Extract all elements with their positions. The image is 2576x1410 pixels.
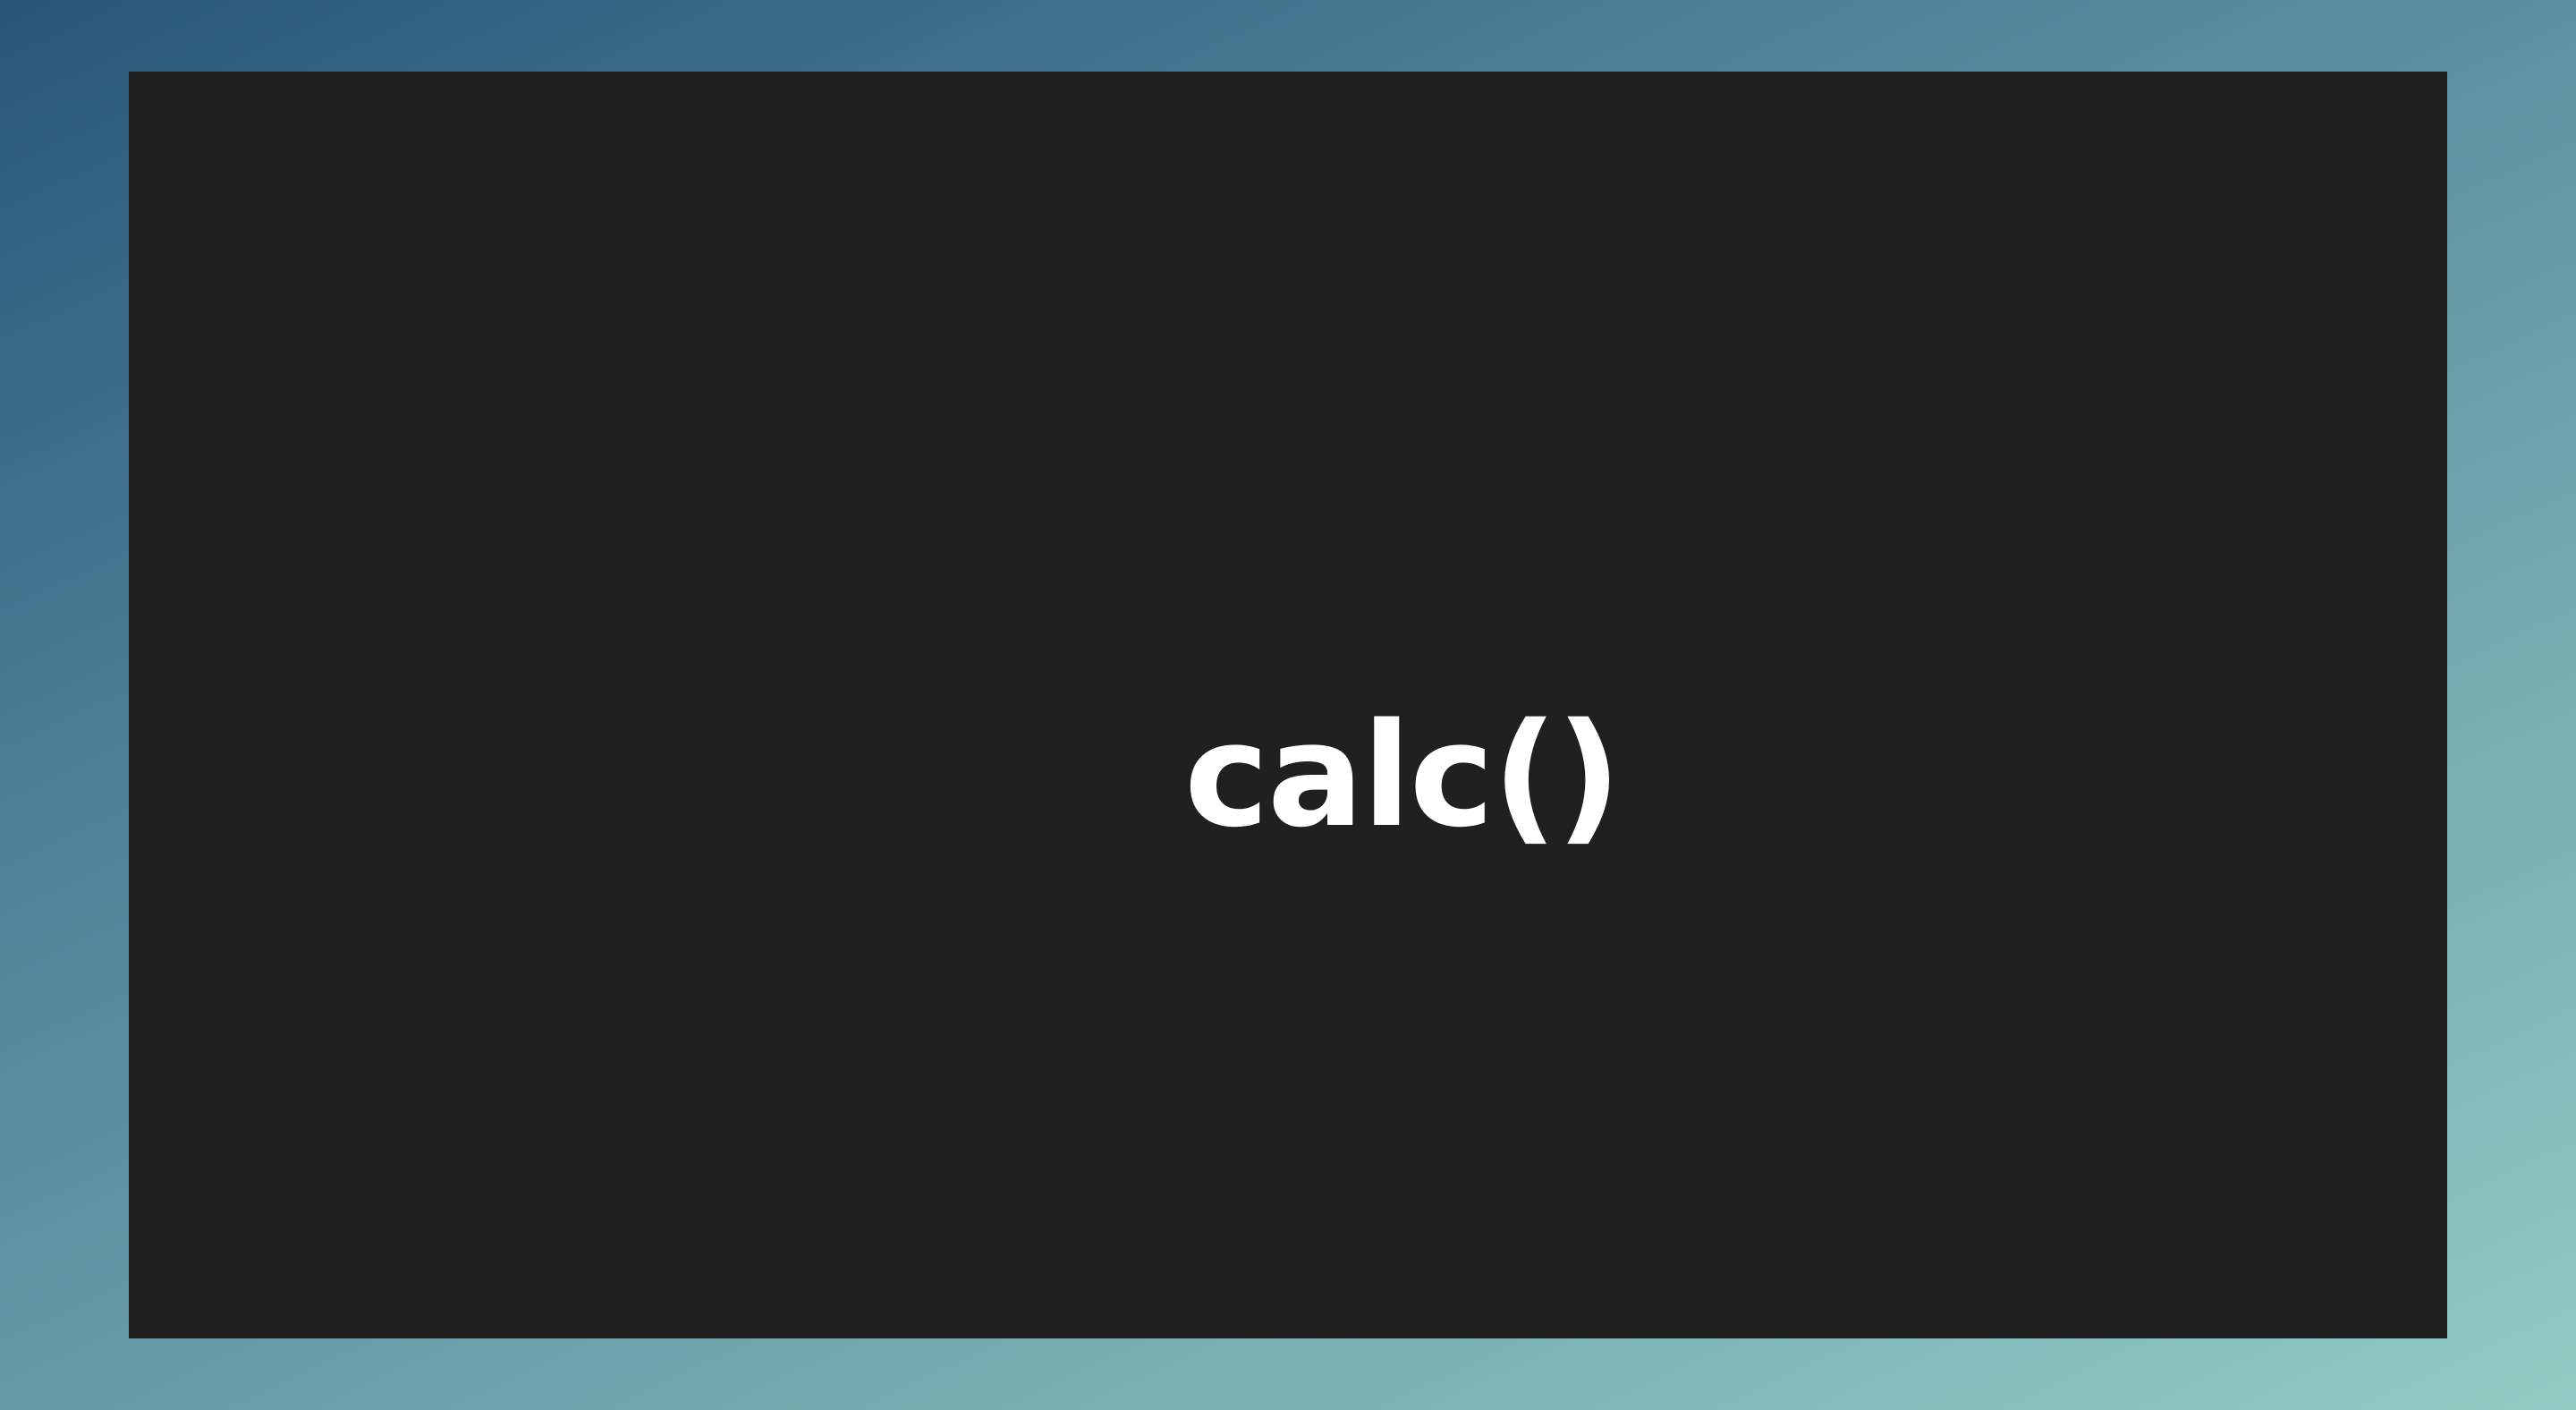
presentation-slide: calc() [129,72,2447,1338]
slide-title: calc() [1184,692,1622,859]
page-background: { "slide": { "title": "calc()" }, "color… [0,0,2576,1410]
